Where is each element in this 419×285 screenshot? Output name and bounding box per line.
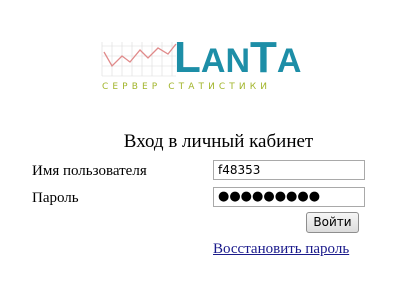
logo-letter: L: [174, 33, 201, 82]
username-field[interactable]: f48353: [213, 160, 365, 180]
logo-subtitle: СЕРВЕР СТАТИСТИКИ: [102, 82, 272, 92]
logo-letters: A: [276, 42, 302, 80]
lanta-logo: LANTA СЕРВЕР СТАТИСТИКИ: [100, 36, 301, 98]
logo-letter: T: [250, 33, 277, 82]
recover-password-link[interactable]: Восстановить пароль: [213, 240, 349, 258]
logo-wordmark: LANTA: [174, 36, 301, 80]
login-page: LANTA СЕРВЕР СТАТИСТИКИ Вход в личный ка…: [0, 0, 419, 285]
login-button[interactable]: Войти: [306, 212, 359, 233]
password-label: Пароль: [32, 190, 79, 206]
logo-letters: AN: [200, 42, 250, 80]
username-label: Имя пользователя: [32, 163, 147, 179]
chart-graph-icon: [101, 42, 177, 77]
page-title: Вход в личный кабинет: [123, 131, 314, 152]
password-field[interactable]: ●●●●●●●●●: [213, 187, 365, 207]
